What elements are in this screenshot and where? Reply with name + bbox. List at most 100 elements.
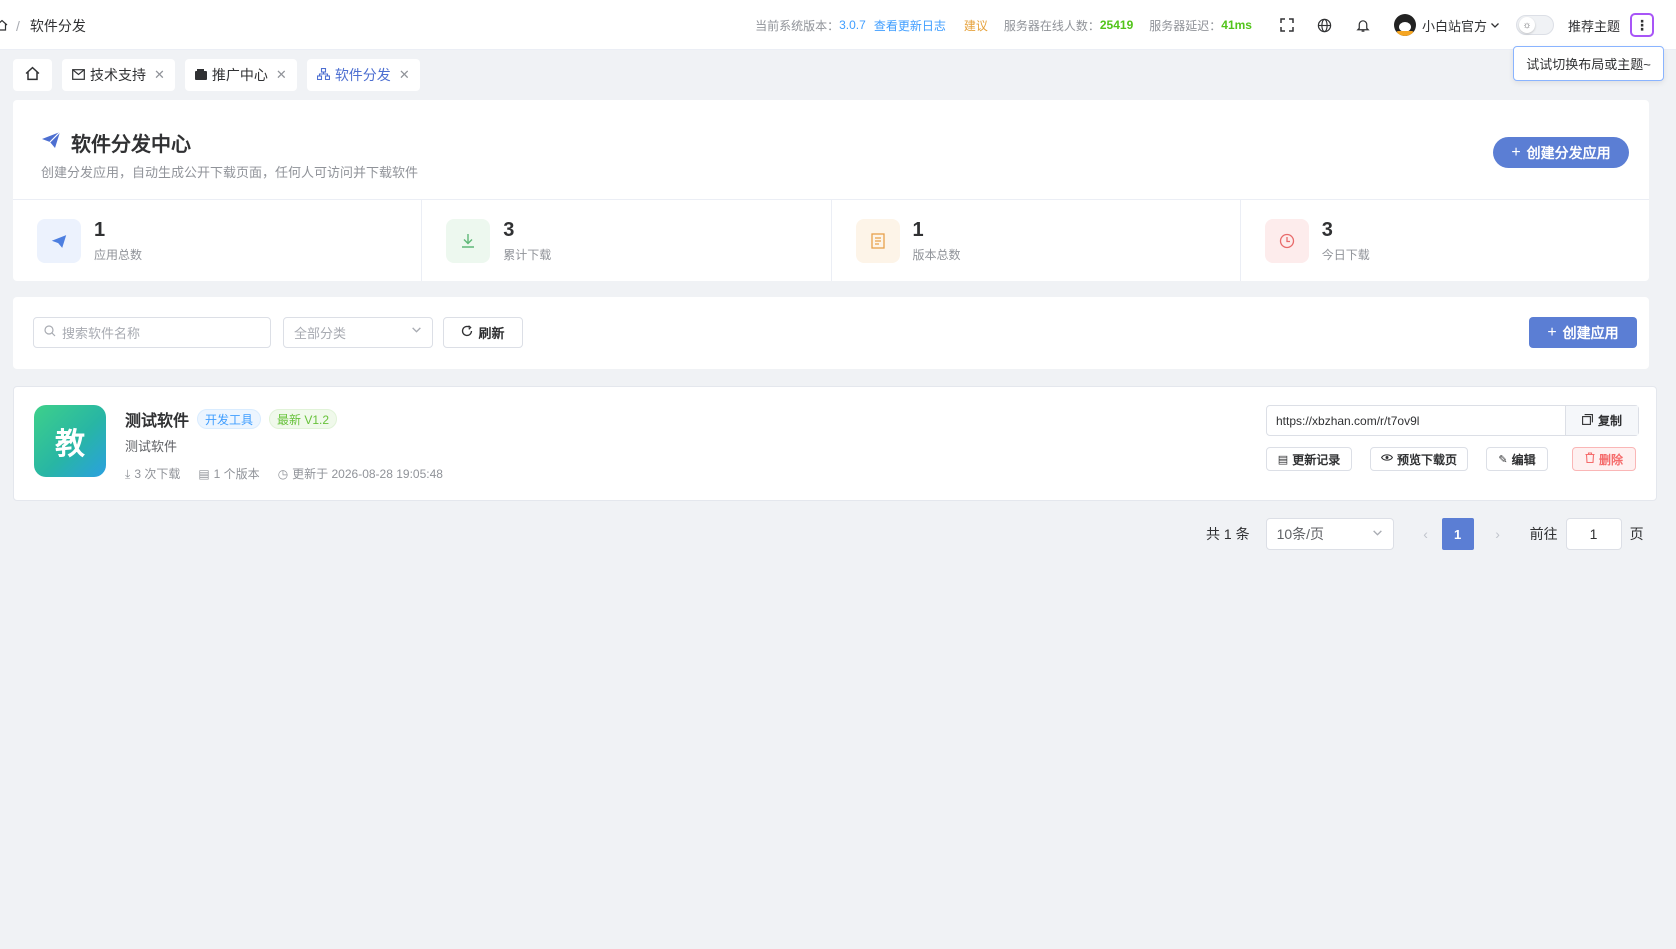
downloads-text: 3 次下载: [134, 467, 181, 481]
app-description: 测试软件: [125, 439, 178, 454]
stat-apps: 1 应用总数: [13, 200, 423, 281]
share-url-field[interactable]: https://xbzhan.com/r/t7ov9l 复制: [1266, 405, 1639, 436]
app-title-row: 测试软件 开发工具 最新 V1.2: [125, 407, 345, 431]
total-count: 共 1 条: [1206, 526, 1250, 542]
plus-icon: +: [1547, 323, 1557, 341]
version-label: 当前系统版本：: [755, 18, 840, 33]
page-size-value: 10条/页: [1276, 526, 1325, 542]
close-icon[interactable]: ✕: [276, 67, 287, 83]
stat-downloads: 3 累计下载: [422, 200, 832, 281]
latency-value: 41ms: [1221, 18, 1252, 32]
delete-button[interactable]: 删除: [1572, 447, 1636, 471]
distribution-header-panel: 软件分发中心 创建分发应用，自动生成公开下载页面，任何人可访问并下载软件 + 创…: [13, 100, 1649, 281]
version-tag: 最新 V1.2: [269, 409, 338, 429]
latency-label: 服务器延迟：: [1149, 18, 1222, 33]
changelog-link[interactable]: 查看更新日志: [874, 17, 946, 34]
stat-label: 版本总数: [912, 248, 961, 262]
tab-software-distribution[interactable]: 软件分发 ✕: [306, 59, 420, 91]
fullscreen-icon[interactable]: [1268, 13, 1306, 37]
document-icon: ▤: [198, 467, 210, 481]
mail-icon: [72, 68, 85, 83]
close-icon[interactable]: ✕: [154, 67, 165, 83]
more-vertical-icon[interactable]: ⋮: [1630, 13, 1654, 37]
download-icon: ⤓: [125, 467, 131, 481]
chevron-down-icon: [411, 324, 422, 338]
next-page-icon[interactable]: ›: [1482, 518, 1514, 550]
goto-unit: 页: [1629, 526, 1644, 542]
app-logo[interactable]: 教: [34, 405, 106, 477]
create-distribution-button[interactable]: + 创建分发应用: [1493, 137, 1629, 168]
stat-label: 今日下载: [1321, 248, 1370, 262]
chevron-down-icon: [1490, 18, 1500, 33]
bell-icon[interactable]: [1344, 13, 1382, 37]
updated-meta: ◷ 更新于 2026-08-28 19:05:48: [278, 465, 443, 482]
search-placeholder: 搜索软件名称: [62, 326, 141, 341]
search-icon: [44, 325, 56, 340]
prev-page-icon[interactable]: ‹: [1410, 518, 1442, 550]
page-number-current[interactable]: 1: [1441, 518, 1474, 550]
refresh-button[interactable]: 刷新: [443, 317, 523, 348]
category-select[interactable]: 全部分类: [283, 317, 433, 348]
tab-home[interactable]: [13, 59, 52, 91]
user-menu[interactable]: 小白站官方: [1393, 14, 1500, 36]
home-icon: [25, 66, 40, 84]
goto-page-input[interactable]: 1: [1565, 518, 1622, 550]
stat-label: 应用总数: [94, 248, 143, 262]
top-right-toolbar: 当前系统版本： 3.0.7 查看更新日志 建议 服务器在线人数： 25419 服…: [755, 0, 1654, 50]
versions-text: 1 个版本: [213, 467, 260, 481]
stat-versions: 1 版本总数: [832, 200, 1241, 281]
page-title-text: 软件分发中心: [71, 134, 191, 156]
wallet-icon: [194, 68, 207, 83]
refresh-icon: [461, 325, 473, 340]
online-count: 25419: [1099, 18, 1134, 32]
edit-label: 编辑: [1511, 452, 1536, 467]
changelog-button[interactable]: ▤ 更新记录: [1266, 447, 1352, 471]
app-name: 测试软件: [125, 413, 190, 430]
send-icon: [41, 131, 61, 155]
breadcrumb: / 软件分发: [0, 16, 86, 36]
chevron-down-icon: [1372, 527, 1383, 541]
category-tag: 开发工具: [197, 409, 262, 429]
changelog-label: 更新记录: [1292, 452, 1341, 467]
category-placeholder: 全部分类: [294, 326, 347, 341]
edit-icon: ✎: [1498, 453, 1508, 466]
create-app-label: 创建应用: [1562, 324, 1619, 341]
theme-tooltip: 试试切换布局或主题~: [1513, 46, 1664, 81]
suggest-link[interactable]: 建议: [964, 17, 988, 34]
tab-label: 推广中心: [211, 67, 268, 83]
dark-mode-toggle[interactable]: ☼: [1515, 15, 1554, 35]
tab-promotion[interactable]: 推广中心 ✕: [184, 59, 297, 91]
stat-value: 3: [503, 219, 515, 241]
online-label: 服务器在线人数：: [1003, 18, 1100, 33]
copy-label: 复制: [1597, 414, 1622, 428]
send-icon: [37, 219, 81, 263]
stat-value: 3: [1321, 219, 1333, 241]
theme-button[interactable]: 推荐主题: [1568, 16, 1620, 35]
goto-label: 前往: [1529, 526, 1558, 542]
tab-bar: 技术支持 ✕ 推广中心 ✕ 软件分发 ✕: [13, 59, 430, 91]
create-app-button[interactable]: + 创建应用: [1529, 317, 1637, 348]
home-icon[interactable]: [0, 18, 8, 34]
search-input[interactable]: 搜索软件名称: [33, 317, 271, 348]
clock-icon: [1264, 219, 1309, 263]
edit-button[interactable]: ✎ 编辑: [1486, 447, 1548, 471]
sitemap-icon: [316, 67, 330, 83]
filter-panel: 搜索软件名称 全部分类 刷新 + 创建应用: [13, 297, 1649, 369]
tab-support[interactable]: 技术支持 ✕: [62, 59, 175, 91]
page-title: 软件分发中心: [41, 128, 191, 157]
user-name: 小白站官方: [1421, 18, 1487, 34]
top-bar: / 软件分发 当前系统版本： 3.0.7 查看更新日志 建议 服务器在线人数： …: [0, 0, 1676, 50]
preview-button[interactable]: 预览下载页: [1370, 447, 1468, 471]
share-url[interactable]: https://xbzhan.com/r/t7ov9l: [1267, 406, 1565, 435]
page-size-select[interactable]: 10条/页: [1265, 518, 1394, 550]
document-icon: ▤: [1277, 453, 1289, 466]
page-subtitle: 创建分发应用，自动生成公开下载页面，任何人可访问并下载软件: [41, 165, 419, 180]
copy-button[interactable]: 复制: [1565, 406, 1638, 435]
stat-label: 累计下载: [503, 248, 552, 262]
close-icon[interactable]: ✕: [399, 67, 410, 83]
updated-text: 更新于 2026-08-28 19:05:48: [292, 467, 443, 481]
tab-label: 技术支持: [90, 67, 146, 83]
globe-icon[interactable]: [1306, 13, 1344, 37]
stats-row: 1 应用总数 3 累计下载 1 版本总数 3 今日下载: [13, 199, 1649, 281]
versions-meta: ▤ 1 个版本: [198, 465, 259, 482]
